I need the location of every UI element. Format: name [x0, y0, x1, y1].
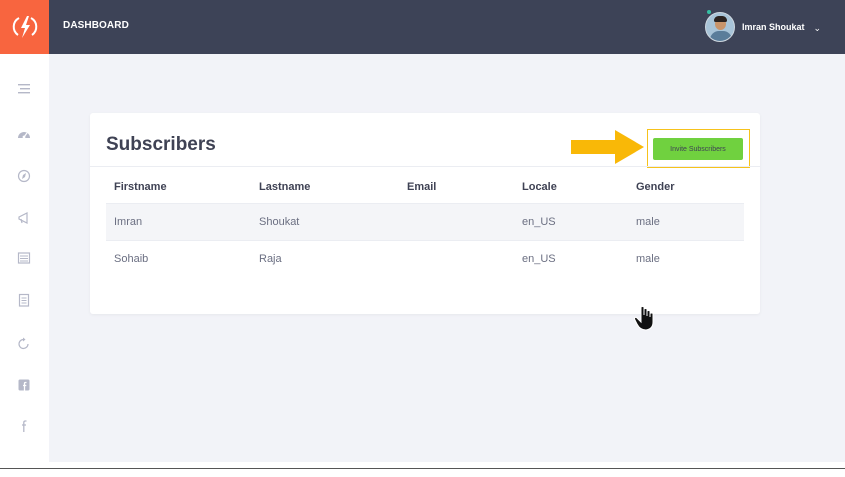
cell-locale: en_US [514, 203, 628, 241]
compass-icon[interactable] [14, 166, 34, 186]
invite-subscribers-button[interactable]: Invite Subscribers [653, 138, 743, 160]
facebook-square-icon[interactable] [14, 375, 34, 395]
table-row[interactable]: Imran Shoukat en_US male [106, 203, 744, 241]
table-row[interactable]: Sohaib Raja en_US male [106, 240, 744, 277]
menu-icon[interactable] [14, 79, 34, 99]
cell-gender: male [628, 203, 744, 241]
online-status-dot [706, 9, 712, 15]
megaphone-icon[interactable] [14, 208, 34, 228]
user-name[interactable]: Imran Shoukat [742, 22, 805, 32]
app-window: DASHBOARD Imran Shoukat ⌄ Subscribers In… [0, 0, 845, 462]
subscribers-card: Subscribers Invite Subscribers Firstname… [90, 113, 760, 314]
dashboard-icon[interactable] [14, 124, 34, 144]
table-header-row: Firstname Lastname Email Locale Gender [106, 171, 744, 204]
card-divider [90, 166, 760, 167]
sidebar [0, 54, 49, 462]
refresh-icon[interactable] [14, 333, 34, 353]
column-header-locale[interactable]: Locale [514, 171, 628, 204]
list-icon[interactable] [14, 248, 34, 268]
column-header-firstname[interactable]: Firstname [106, 171, 251, 204]
facebook-icon[interactable] [14, 416, 34, 436]
column-header-email[interactable]: Email [399, 171, 514, 204]
cell-gender: male [636, 252, 660, 265]
page-title: DASHBOARD [63, 20, 129, 31]
cell-lastname: Raja [259, 252, 282, 265]
bottom-border [0, 468, 845, 469]
cell-locale: en_US [522, 252, 556, 265]
logo[interactable] [0, 0, 49, 54]
cell-email [399, 240, 514, 277]
cell-firstname: Sohaib [114, 252, 149, 265]
avatar[interactable] [705, 12, 735, 42]
cell-firstname: Imran [106, 203, 251, 241]
chevron-down-icon[interactable]: ⌄ [814, 23, 822, 34]
top-bar: DASHBOARD Imran Shoukat ⌄ [0, 0, 845, 54]
subscribers-table: Firstname Lastname Email Locale Gender I… [106, 171, 744, 277]
column-header-gender[interactable]: Gender [628, 171, 744, 204]
card-title: Subscribers [106, 134, 216, 155]
hand-cursor-icon [633, 306, 654, 331]
lightning-logo-icon [12, 16, 37, 38]
cell-email [399, 203, 514, 241]
clipboard-icon[interactable] [14, 290, 34, 310]
cell-lastname: Shoukat [251, 203, 399, 241]
column-header-lastname[interactable]: Lastname [251, 171, 399, 204]
user-menu[interactable]: Imran Shoukat ⌄ [705, 8, 821, 46]
arrow-right-icon [571, 130, 644, 164]
